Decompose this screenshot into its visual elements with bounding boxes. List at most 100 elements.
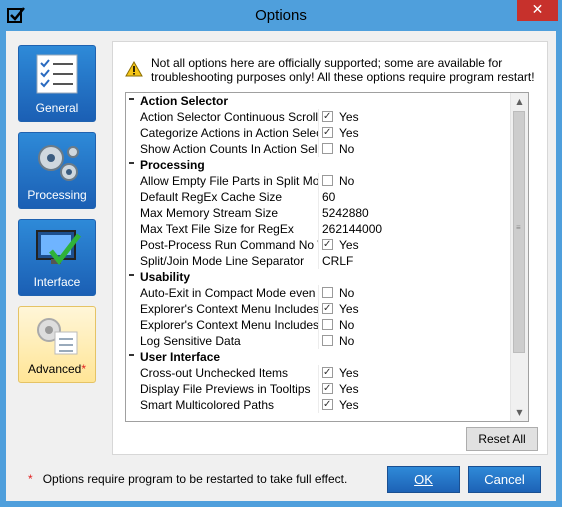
category-name: Processing bbox=[140, 158, 205, 172]
sidebar-item-advanced[interactable]: Advanced* bbox=[18, 306, 96, 383]
scroll-thumb[interactable]: ≡ bbox=[513, 111, 525, 353]
scroll-grip-icon: ≡ bbox=[516, 223, 521, 232]
property-row[interactable]: Explorer's Context Menu Includes F Yes bbox=[126, 301, 528, 317]
property-value[interactable]: Yes bbox=[322, 109, 512, 125]
property-value[interactable]: Yes bbox=[322, 365, 512, 381]
close-button[interactable]: ✕ bbox=[517, 0, 558, 21]
sidebar-item-label: General bbox=[35, 101, 79, 115]
property-value[interactable]: No bbox=[322, 317, 512, 333]
property-value-text: Yes bbox=[339, 366, 359, 380]
property-value[interactable]: Yes bbox=[322, 237, 512, 253]
property-value-text: Yes bbox=[339, 398, 359, 412]
property-value[interactable]: 60 bbox=[322, 189, 512, 205]
property-row[interactable]: Smart Multicolored Paths Yes bbox=[126, 397, 528, 413]
property-name: Smart Multicolored Paths bbox=[140, 397, 319, 413]
property-name: Max Text File Size for RegEx bbox=[140, 221, 319, 237]
property-name: Log Sensitive Data bbox=[140, 333, 319, 349]
property-row[interactable]: Split/Join Mode Line Separator CRLF bbox=[126, 253, 528, 269]
category-header[interactable]: Processing bbox=[126, 157, 528, 173]
property-name: Action Selector Continuous Scroll bbox=[140, 109, 319, 125]
property-row[interactable]: Cross-out Unchecked Items Yes bbox=[126, 365, 528, 381]
property-row[interactable]: Max Memory Stream Size 5242880 bbox=[126, 205, 528, 221]
sidebar-item-processing[interactable]: Processing bbox=[18, 132, 96, 209]
property-name: Max Memory Stream Size bbox=[140, 205, 319, 221]
category-header[interactable]: Usability bbox=[126, 269, 528, 285]
property-value-text: Yes bbox=[339, 238, 359, 252]
property-row[interactable]: Default RegEx Cache Size 60 bbox=[126, 189, 528, 205]
property-grid[interactable]: Action Selector Action Selector Continuou… bbox=[125, 92, 529, 422]
property-row[interactable]: Log Sensitive Data No bbox=[126, 333, 528, 349]
property-value-text: CRLF bbox=[322, 254, 354, 268]
property-name: Categorize Actions in Action Selecto bbox=[140, 125, 319, 141]
collapse-minus-icon[interactable] bbox=[129, 162, 134, 164]
category-header[interactable]: User Interface bbox=[126, 349, 528, 365]
property-name: Show Action Counts In Action Select bbox=[140, 141, 319, 157]
property-row[interactable]: Allow Empty File Parts in Split Mode No bbox=[126, 173, 528, 189]
property-checkbox[interactable] bbox=[322, 175, 333, 186]
property-checkbox[interactable] bbox=[322, 397, 333, 413]
property-checkbox[interactable] bbox=[322, 143, 333, 154]
sidebar-item-label: Interface bbox=[33, 275, 81, 289]
warning-text: Not all options here are officially supp… bbox=[151, 56, 535, 84]
property-value[interactable]: No bbox=[322, 333, 512, 349]
category-name: Usability bbox=[140, 270, 191, 284]
property-row[interactable]: Auto-Exit in Compact Mode even if No bbox=[126, 285, 528, 301]
sidebar-item-interface[interactable]: Interface bbox=[18, 219, 96, 296]
property-row[interactable]: Action Selector Continuous Scroll Yes bbox=[126, 109, 528, 125]
property-checkbox[interactable] bbox=[322, 301, 333, 317]
title-bar[interactable]: Options ✕ bbox=[0, 0, 562, 31]
gears-icon bbox=[38, 145, 79, 181]
property-value-text: No bbox=[339, 286, 355, 300]
property-name: Default RegEx Cache Size bbox=[140, 189, 319, 205]
sidebar-item-label: Processing bbox=[27, 188, 87, 202]
category-name: User Interface bbox=[140, 350, 221, 364]
property-checkbox[interactable] bbox=[322, 365, 333, 381]
category-header[interactable]: Action Selector bbox=[126, 93, 528, 109]
property-name: Explorer's Context Menu Includes F bbox=[140, 317, 319, 333]
property-value[interactable]: Yes bbox=[322, 301, 512, 317]
property-row[interactable]: Post-Process Run Command No Wi Yes bbox=[126, 237, 528, 253]
property-checkbox[interactable] bbox=[322, 381, 333, 397]
cancel-button[interactable]: Cancel bbox=[468, 466, 541, 493]
property-row[interactable]: Max Text File Size for RegEx 262144000 bbox=[126, 221, 528, 237]
collapse-minus-icon[interactable] bbox=[129, 274, 134, 276]
collapse-minus-icon[interactable] bbox=[129, 98, 134, 100]
options-panel: Not all options here are officially supp… bbox=[112, 41, 548, 455]
property-value[interactable]: No bbox=[322, 173, 512, 189]
property-checkbox[interactable] bbox=[322, 237, 333, 253]
property-value[interactable]: No bbox=[322, 285, 512, 301]
property-row[interactable]: Categorize Actions in Action Selecto Yes bbox=[126, 125, 528, 141]
property-value[interactable]: 5242880 bbox=[322, 205, 512, 221]
property-row[interactable]: Show Action Counts In Action Select No bbox=[126, 141, 528, 157]
property-value-text: No bbox=[339, 334, 355, 348]
property-checkbox[interactable] bbox=[322, 335, 333, 346]
sidebar-item-general[interactable]: General bbox=[18, 45, 96, 122]
property-row[interactable]: Explorer's Context Menu Includes F No bbox=[126, 317, 528, 333]
ok-button[interactable]: OK bbox=[387, 466, 460, 493]
property-value-text: 262144000 bbox=[322, 222, 383, 236]
property-checkbox[interactable] bbox=[322, 125, 333, 141]
property-value[interactable]: No bbox=[322, 141, 512, 157]
property-value-text: No bbox=[339, 142, 355, 156]
restart-star: * bbox=[81, 362, 87, 376]
property-value-text: 5242880 bbox=[322, 206, 369, 220]
property-row[interactable]: Display File Previews in Tooltips Yes bbox=[126, 381, 528, 397]
vertical-scrollbar[interactable]: ▲ ≡ ▼ bbox=[510, 93, 528, 421]
options-window: Options ✕ General Processing Interface A… bbox=[0, 0, 562, 507]
property-value[interactable]: Yes bbox=[322, 125, 512, 141]
property-value[interactable]: 262144000 bbox=[322, 221, 512, 237]
monitor-check-icon bbox=[36, 230, 81, 266]
property-checkbox[interactable] bbox=[322, 109, 333, 125]
property-value[interactable]: CRLF bbox=[322, 253, 512, 269]
property-checkbox[interactable] bbox=[322, 287, 333, 298]
property-value-text: No bbox=[339, 318, 355, 332]
property-value[interactable]: Yes bbox=[322, 381, 512, 397]
scroll-down-arrow-icon[interactable]: ▼ bbox=[511, 404, 528, 421]
collapse-minus-icon[interactable] bbox=[129, 354, 134, 356]
property-checkbox[interactable] bbox=[322, 319, 333, 330]
checklist-icon bbox=[36, 54, 78, 94]
property-value-text: Yes bbox=[339, 302, 359, 316]
reset-all-button[interactable]: Reset All bbox=[466, 427, 538, 451]
property-value[interactable]: Yes bbox=[322, 397, 512, 413]
scroll-up-arrow-icon[interactable]: ▲ bbox=[511, 93, 528, 110]
